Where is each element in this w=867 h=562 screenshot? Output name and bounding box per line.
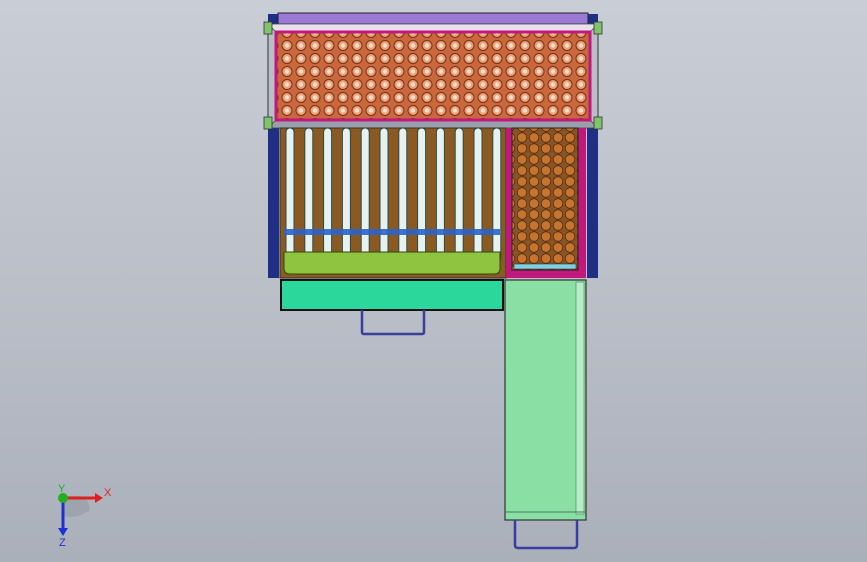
y-axis-label: Y: [58, 483, 66, 495]
chute-inner-edge: [575, 281, 585, 515]
blue-crossbar: [284, 229, 500, 235]
tab-bottom-left: [263, 116, 273, 130]
top-rail: [277, 12, 589, 25]
rod: [492, 127, 502, 263]
tab-top-right: [593, 21, 603, 35]
rod: [285, 127, 295, 263]
chute-handle[interactable]: [513, 520, 579, 550]
drawer-body[interactable]: [280, 279, 504, 311]
machine-model[interactable]: [263, 12, 603, 550]
rod: [323, 127, 333, 263]
rod: [473, 127, 483, 263]
coordinate-triad: X Z Y: [58, 483, 112, 549]
z-axis-label: Z: [59, 537, 66, 549]
pellet-bin-grate: [513, 263, 577, 270]
tab-bottom-right: [593, 116, 603, 130]
x-axis-label: X: [104, 487, 112, 499]
collection-tray: [283, 251, 501, 275]
drawer-handle[interactable]: [360, 310, 426, 336]
cad-viewport[interactable]: [0, 0, 867, 562]
rod: [360, 127, 370, 263]
pellet-bin: [511, 127, 579, 271]
rod: [379, 127, 389, 263]
chute-body[interactable]: [504, 279, 587, 521]
mesh-screen: [274, 30, 592, 122]
rod: [341, 127, 351, 263]
rod: [304, 127, 314, 263]
rod: [454, 127, 464, 263]
tab-top-left: [263, 21, 273, 35]
rod: [435, 127, 445, 263]
x-axis-arrow-icon: [95, 493, 103, 503]
z-axis-arrow-icon: [58, 528, 68, 536]
rod: [417, 127, 427, 263]
rod: [398, 127, 408, 263]
